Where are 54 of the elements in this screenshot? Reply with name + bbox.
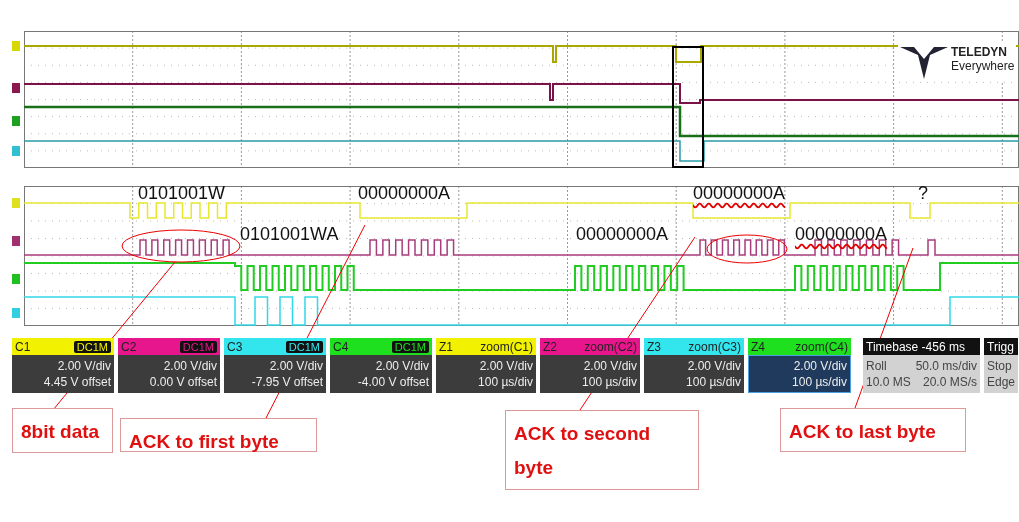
offset-value: -4.00 V offset	[357, 375, 429, 389]
offset-value: 0.00 V offset	[149, 375, 217, 389]
decode-label: 00000000A	[358, 183, 451, 204]
zoom-header[interactable]: Z2 zoom(C2)	[540, 338, 640, 355]
channel-marker-icon	[12, 83, 20, 93]
channel-marker-icon	[12, 274, 20, 284]
decode-label: ?	[918, 183, 928, 204]
samples-value: 10.0 MS	[866, 375, 911, 389]
time-value: 100 µs/div	[686, 375, 741, 389]
zoom-header[interactable]: Z1 zoom(C1)	[436, 338, 536, 355]
channel-marker-icon	[12, 41, 20, 51]
logo-brand: TELEDYN	[951, 45, 1008, 59]
logo-tagline: Everywhere	[951, 59, 1015, 73]
zoom-header[interactable]: Z3 zoom(C3)	[644, 338, 744, 355]
time-value: 100 µs/div	[792, 375, 847, 389]
offset-value: -7.95 V offset	[251, 375, 323, 389]
trigger-type: Edge	[987, 375, 1016, 389]
decode-label: 00000000A	[693, 183, 786, 204]
mode-value: Roll	[866, 359, 887, 373]
trigger-state: Stop	[987, 359, 1012, 373]
time-value: 100 µs/div	[478, 375, 533, 389]
annotation-label: ACK to last byte	[780, 408, 966, 452]
channel-marker-icon	[12, 146, 20, 156]
scale-value: 2.00 V/div	[793, 359, 847, 373]
zoom-header[interactable]: Z4 zoom(C4)	[748, 338, 851, 355]
decode-label: 00000000A	[795, 224, 888, 245]
channel-marker-icon	[12, 198, 20, 208]
channel-header[interactable]: C4 DC1M	[330, 338, 432, 355]
scale-value: 2.00 V/div	[583, 359, 637, 373]
decode-label: 0101001W	[138, 183, 226, 204]
channel-marker-icon	[12, 236, 20, 246]
annotation-label: 8bit data	[12, 408, 113, 453]
offset-value: 4.45 V offset	[43, 375, 111, 389]
channel-header[interactable]: C3 DC1M	[224, 338, 326, 355]
trigger-header[interactable]: Trigg	[984, 338, 1018, 355]
timebase-header[interactable]: Timebase -456 ms	[863, 338, 980, 355]
annotation-label: ACK to first byte	[120, 418, 317, 452]
scale-value: 2.00 V/div	[57, 359, 111, 373]
logo-icon	[900, 45, 948, 79]
scale-value: 2.00 V/div	[163, 359, 217, 373]
channel-header[interactable]: C1 DC1M	[12, 338, 114, 355]
decode-label: 00000000A	[576, 224, 669, 245]
scale-value: 2.00 V/div	[375, 359, 429, 373]
time-value: 50.0 ms/div	[915, 359, 977, 373]
channel-marker-icon	[12, 116, 20, 126]
annotation-label: ACK to second byte	[505, 410, 699, 490]
channel-header[interactable]: C2 DC1M	[118, 338, 220, 355]
scale-value: 2.00 V/div	[687, 359, 741, 373]
time-value: 100 µs/div	[582, 375, 637, 389]
rate-value: 20.0 MS/s	[922, 375, 977, 389]
scale-value: 2.00 V/div	[269, 359, 323, 373]
decode-label: 0101001WA	[240, 224, 339, 245]
channel-marker-icon	[12, 308, 20, 318]
scale-value: 2.00 V/div	[479, 359, 533, 373]
